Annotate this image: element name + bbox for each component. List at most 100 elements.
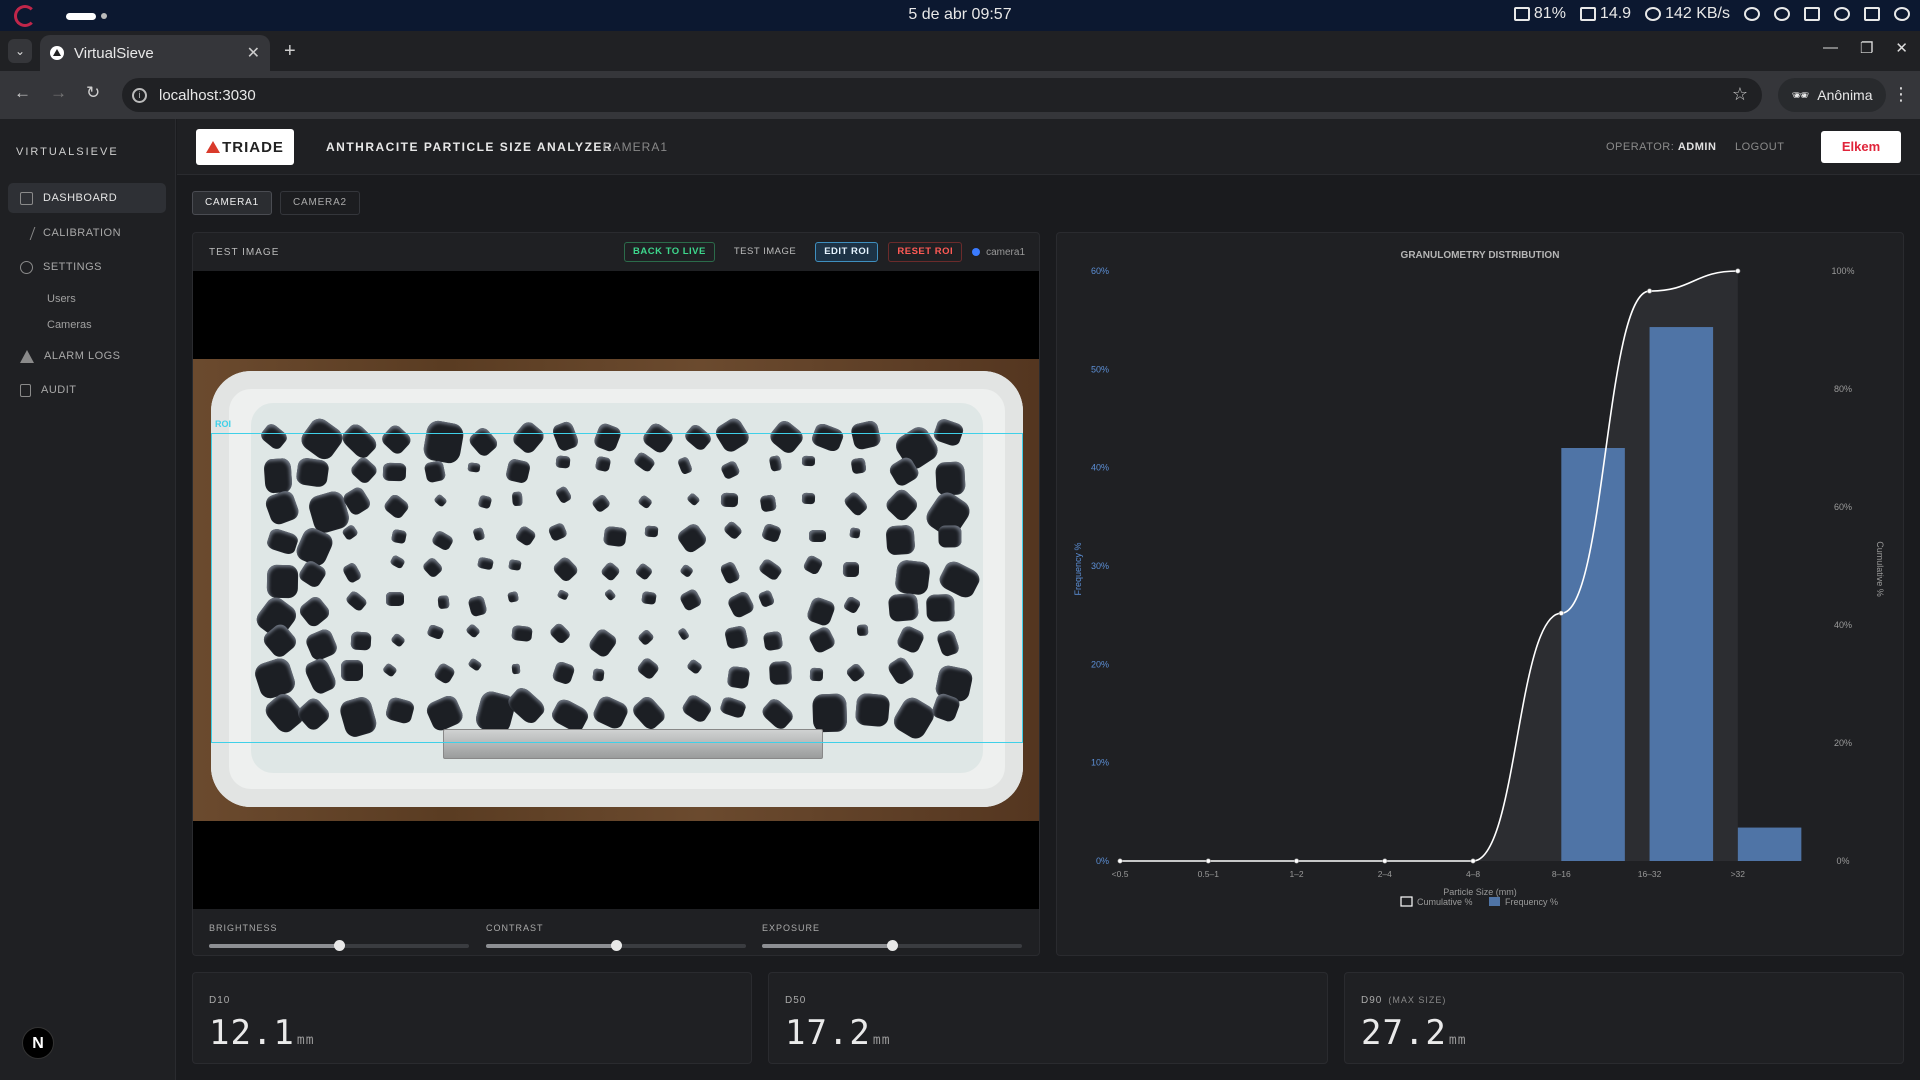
elkem-logo: Elkem	[1821, 131, 1901, 163]
status-dot-icon	[972, 248, 981, 256]
slider-thumb[interactable]	[887, 940, 898, 951]
edit-roi-button[interactable]: EDIT ROI	[815, 242, 879, 262]
cumulative-point[interactable]	[1294, 858, 1300, 864]
x-tick-label: 0.5–1	[1198, 869, 1220, 879]
volume-icon[interactable]	[1864, 7, 1880, 21]
sidebar-item-audit[interactable]: AUDIT	[8, 375, 166, 405]
brightness-slider[interactable]: BRIGHTNESS	[209, 923, 469, 951]
address-bar[interactable]: i localhost:3030 ☆	[122, 78, 1762, 112]
legend-frequency-label[interactable]: Frequency %	[1505, 897, 1558, 907]
granulometry-chart-panel: GRANULOMETRY DISTRIBUTION 0% 10% 20% 30% 40% 5…	[1056, 232, 1904, 956]
slider-thumb[interactable]	[611, 940, 622, 951]
battery-icon	[1513, 7, 1530, 21]
sidebar-subitem-cameras[interactable]: Cameras	[47, 319, 92, 331]
app-sidebar: VIRTUALSIEVE DASHBOARD CALIBRATION SETTI…	[0, 119, 176, 1080]
display-indicator[interactable]: 14.9	[1579, 5, 1631, 23]
bookmark-star-icon[interactable]: ☆	[1732, 84, 1748, 105]
contrast-slider[interactable]: CONTRAST	[486, 923, 746, 951]
slider-fill	[486, 944, 616, 948]
x-tick-label: 16–32	[1638, 869, 1662, 879]
operator-name: ADMIN	[1677, 141, 1717, 153]
bolt-icon	[17, 226, 36, 240]
y2-tick-label: 40%	[1834, 620, 1852, 630]
triade-logo-icon	[206, 141, 221, 153]
cumulative-point[interactable]	[1205, 858, 1211, 864]
frequency-bar[interactable]	[1737, 827, 1802, 861]
image-panel: TEST IMAGE BACK TO LIVE TEST IMAGE EDIT …	[192, 232, 1040, 956]
camera-tabs: CAMERA1 CAMERA2	[192, 191, 360, 215]
back-icon[interactable]: ←	[14, 83, 31, 103]
sidebar-item-alarm-logs[interactable]: ALARM LOGS	[8, 341, 166, 371]
close-tab-icon[interactable]: ✕	[247, 43, 260, 63]
browser-tab-virtualsieve[interactable]: VirtualSieve ✕	[40, 35, 270, 71]
os-top-bar: 5 de abr 09:57 81% 14.9 142 KB/s	[0, 0, 1920, 31]
x-tick-label: 2–4	[1378, 869, 1392, 879]
forward-icon[interactable]: →	[50, 83, 67, 103]
frequency-bar[interactable]	[1649, 327, 1714, 861]
browser-tab-strip: ⌄ VirtualSieve ✕ + — ❐ ✕	[0, 31, 1920, 71]
cumulative-point[interactable]	[1558, 610, 1564, 616]
sync-icon[interactable]	[1774, 7, 1790, 21]
minimize-icon[interactable]: —	[1823, 39, 1838, 57]
logout-button[interactable]: LOGOUT	[1735, 141, 1784, 153]
sidebar-item-settings[interactable]: SETTINGS	[8, 252, 166, 282]
legend-cumulative-label[interactable]: Cumulative %	[1417, 897, 1473, 907]
screen-icon[interactable]	[1804, 7, 1820, 21]
x-tick-label: 4–8	[1466, 869, 1480, 879]
network-speed-indicator[interactable]: 142 KB/s	[1645, 5, 1730, 23]
sidebar-subitem-users[interactable]: Users	[47, 293, 76, 305]
legend-frequency-swatch	[1489, 897, 1500, 906]
y-tick-label: 20%	[1091, 659, 1109, 669]
y-tick-label: 60%	[1091, 266, 1109, 276]
incognito-icon: 🕶	[1791, 86, 1810, 103]
cloud-icon	[1645, 7, 1662, 21]
cumulative-point[interactable]	[1117, 858, 1123, 864]
cumulative-point[interactable]	[1735, 268, 1741, 274]
restore-icon[interactable]: ❐	[1860, 39, 1873, 57]
wifi-icon[interactable]	[1834, 7, 1850, 21]
page-title: ANTHRACITE PARTICLE SIZE ANALYZER	[326, 140, 614, 154]
tab-camera2[interactable]: CAMERA2	[279, 191, 360, 215]
tab-search-button[interactable]: ⌄	[8, 39, 32, 63]
site-info-icon[interactable]: i	[132, 87, 147, 103]
triade-logo: TRIADE	[196, 129, 294, 165]
nextjs-badge[interactable]: N	[22, 1027, 54, 1059]
power-icon[interactable]	[1894, 7, 1910, 21]
stat-card-d50: D50 17.2 mm	[768, 972, 1328, 1064]
stat-card-d10: D10 12.1 mm	[192, 972, 752, 1064]
close-window-icon[interactable]: ✕	[1895, 39, 1908, 57]
reset-roi-button[interactable]: RESET ROI	[888, 242, 963, 262]
grid-icon	[20, 191, 33, 205]
operator-info: OPERATOR: ADMIN	[1606, 141, 1717, 153]
back-to-live-button[interactable]: BACK TO LIVE	[623, 242, 715, 262]
camera-viewport[interactable]: ROI	[193, 271, 1039, 909]
exposure-slider[interactable]: EXPOSURE	[762, 923, 1022, 951]
browser-menu-icon[interactable]: ⋮	[1892, 84, 1910, 105]
incognito-profile-button[interactable]: 🕶 Anônima	[1778, 78, 1886, 112]
document-icon	[20, 383, 31, 397]
x-axis-label: Particle Size (mm)	[1443, 887, 1517, 897]
sidebar-brand: VIRTUALSIEVE	[16, 146, 119, 158]
sidebar-item-dashboard[interactable]: DASHBOARD	[8, 183, 166, 213]
slider-thumb[interactable]	[334, 940, 345, 951]
cumulative-point[interactable]	[1382, 858, 1388, 864]
d90-value: 27.2 mm	[1361, 1013, 1467, 1053]
battery-indicator[interactable]: 81%	[1513, 5, 1566, 23]
reload-icon[interactable]: ↻	[86, 83, 100, 103]
granulometry-chart[interactable]: GRANULOMETRY DISTRIBUTION 0% 10% 20% 30% 40% 5…	[1057, 233, 1903, 955]
cumulative-point[interactable]	[1647, 288, 1653, 294]
camera-status: camera1	[972, 247, 1025, 258]
cumulative-point[interactable]	[1470, 858, 1476, 864]
roi-rectangle[interactable]	[211, 433, 1023, 743]
app-tray-icon[interactable]	[1744, 7, 1760, 21]
new-tab-button[interactable]: +	[284, 40, 296, 63]
test-image-button[interactable]: TEST IMAGE	[725, 242, 805, 262]
image-panel-title: TEST IMAGE	[209, 247, 280, 258]
sidebar-item-calibration[interactable]: CALIBRATION	[8, 218, 166, 248]
d50-value: 17.2 mm	[785, 1013, 891, 1053]
y-tick-label: 0%	[1096, 856, 1109, 866]
legend-cumulative-swatch	[1400, 896, 1413, 907]
url-text[interactable]: localhost:3030	[159, 87, 256, 104]
tab-camera1[interactable]: CAMERA1	[192, 191, 272, 215]
frequency-bar[interactable]	[1561, 448, 1625, 861]
